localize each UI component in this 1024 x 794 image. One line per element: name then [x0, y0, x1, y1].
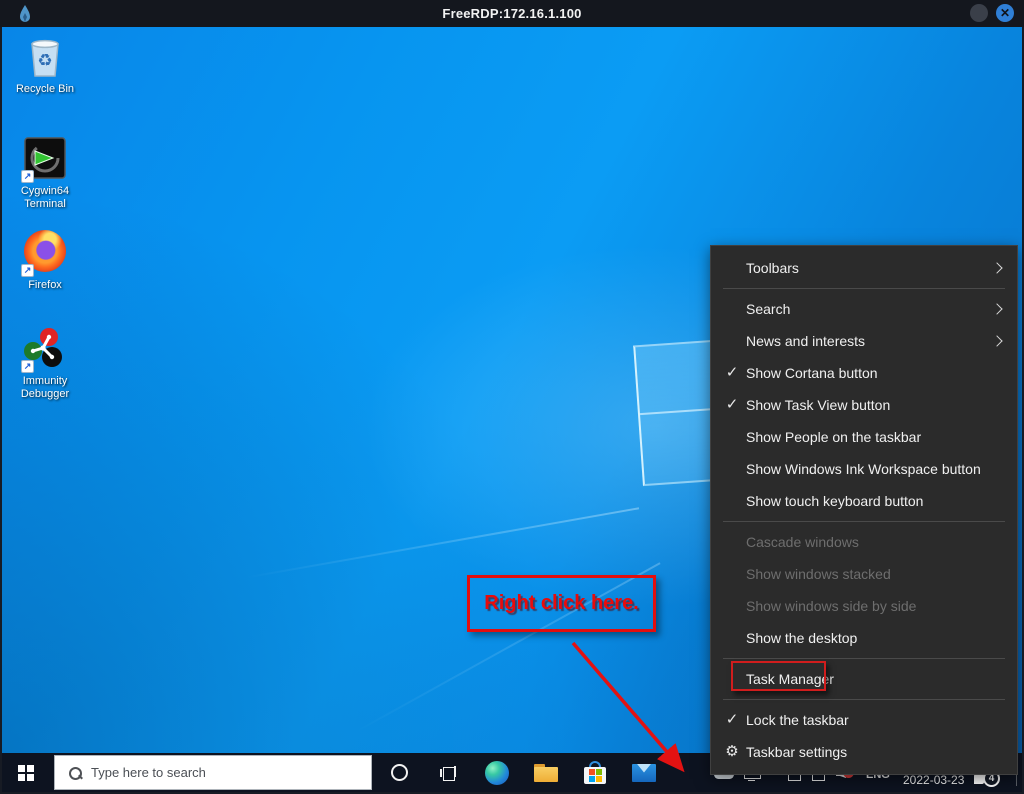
desktop-icon-label: Firefox [6, 279, 84, 292]
edge-button[interactable] [475, 753, 519, 792]
file-explorer-icon [534, 764, 558, 782]
svg-text:♻: ♻ [37, 51, 52, 71]
annotation-text: Right click here. [484, 592, 639, 615]
desktop-icon-label: Recycle Bin [6, 83, 84, 96]
wallpaper-beam [245, 507, 639, 578]
minimize-button[interactable] [970, 4, 988, 22]
menu-item-news-and-interests[interactable]: News and interests [711, 325, 1017, 357]
menu-item-show-windows-ink[interactable]: Show Windows Ink Workspace button [711, 453, 1017, 485]
desktop-icon-cygwin64-terminal[interactable]: ↗ Cygwin64 Terminal [6, 136, 84, 211]
chevron-right-icon [991, 262, 1002, 273]
desktop-icon-firefox[interactable]: ↗ Firefox [6, 228, 84, 292]
cortana-icon [391, 764, 408, 781]
menu-item-show-windows-side-by-side: Show windows side by side [711, 590, 1017, 622]
taskbar-search[interactable] [54, 755, 372, 790]
menu-separator [723, 288, 1005, 289]
menu-item-search[interactable]: Search [711, 293, 1017, 325]
close-icon: ✕ [1000, 7, 1010, 19]
close-button[interactable]: ✕ [996, 4, 1014, 22]
menu-item-show-people[interactable]: Show People on the taskbar [711, 421, 1017, 453]
menu-item-show-cortana-button[interactable]: ✓ Show Cortana button [711, 357, 1017, 389]
title-bar: FreeRDP:172.16.1.100 ✕ [0, 0, 1024, 27]
search-input[interactable] [91, 765, 371, 780]
menu-item-show-the-desktop[interactable]: Show the desktop [711, 622, 1017, 654]
start-button[interactable] [2, 753, 50, 792]
menu-separator [723, 658, 1005, 659]
windows-start-icon [18, 765, 34, 781]
shortcut-arrow-icon: ↗ [21, 360, 34, 373]
menu-item-cascade-windows: Cascade windows [711, 526, 1017, 558]
desktop-icon-label: Immunity Debugger [6, 375, 84, 401]
task-manager-highlight-box [731, 661, 826, 691]
shortcut-arrow-icon: ↗ [21, 170, 34, 183]
edge-icon [485, 761, 509, 785]
chevron-right-icon [991, 303, 1002, 314]
desktop-icon-label: Cygwin64 Terminal [6, 185, 84, 211]
annotation-box: Right click here. [467, 575, 656, 632]
menu-item-toolbars[interactable]: Toolbars [711, 252, 1017, 284]
menu-item-taskbar-settings[interactable]: ⚙ Taskbar settings [711, 736, 1017, 768]
checkmark-icon: ✓ [721, 357, 743, 389]
mail-button[interactable] [622, 753, 666, 792]
clock-date[interactable]: 2022-03-23 [903, 773, 964, 787]
checkmark-icon: ✓ [721, 389, 743, 421]
menu-item-show-task-view-button[interactable]: ✓ Show Task View button [711, 389, 1017, 421]
freerdp-window: FreeRDP:172.16.1.100 ✕ ♻ Recycle Bin [0, 0, 1024, 794]
window-title: FreeRDP:172.16.1.100 [0, 6, 1024, 21]
menu-item-show-touch-keyboard[interactable]: Show touch keyboard button [711, 485, 1017, 517]
cortana-button[interactable] [377, 753, 421, 792]
task-view-icon [440, 766, 456, 780]
microsoft-store-button[interactable] [573, 753, 617, 792]
menu-separator [723, 699, 1005, 700]
menu-item-lock-the-taskbar[interactable]: ✓ Lock the taskbar [711, 704, 1017, 736]
desktop-icon-immunity-debugger[interactable]: ↗ Immunity Debugger [6, 326, 84, 401]
mail-icon [632, 764, 656, 782]
microsoft-store-icon [584, 761, 606, 785]
checkmark-icon: ✓ [721, 704, 743, 736]
recycle-bin-icon: ♻ [22, 34, 68, 80]
menu-separator [723, 521, 1005, 522]
desktop-icon-recycle-bin[interactable]: ♻ Recycle Bin [6, 34, 84, 96]
file-explorer-button[interactable] [524, 753, 568, 792]
taskbar-context-menu: Toolbars Search News and interests ✓ Sho… [710, 245, 1018, 775]
chevron-right-icon [991, 335, 1002, 346]
menu-item-show-windows-stacked: Show windows stacked [711, 558, 1017, 590]
gear-icon: ⚙ [722, 736, 742, 768]
task-view-button[interactable] [426, 753, 470, 792]
shortcut-arrow-icon: ↗ [21, 264, 34, 277]
search-icon [69, 767, 81, 779]
